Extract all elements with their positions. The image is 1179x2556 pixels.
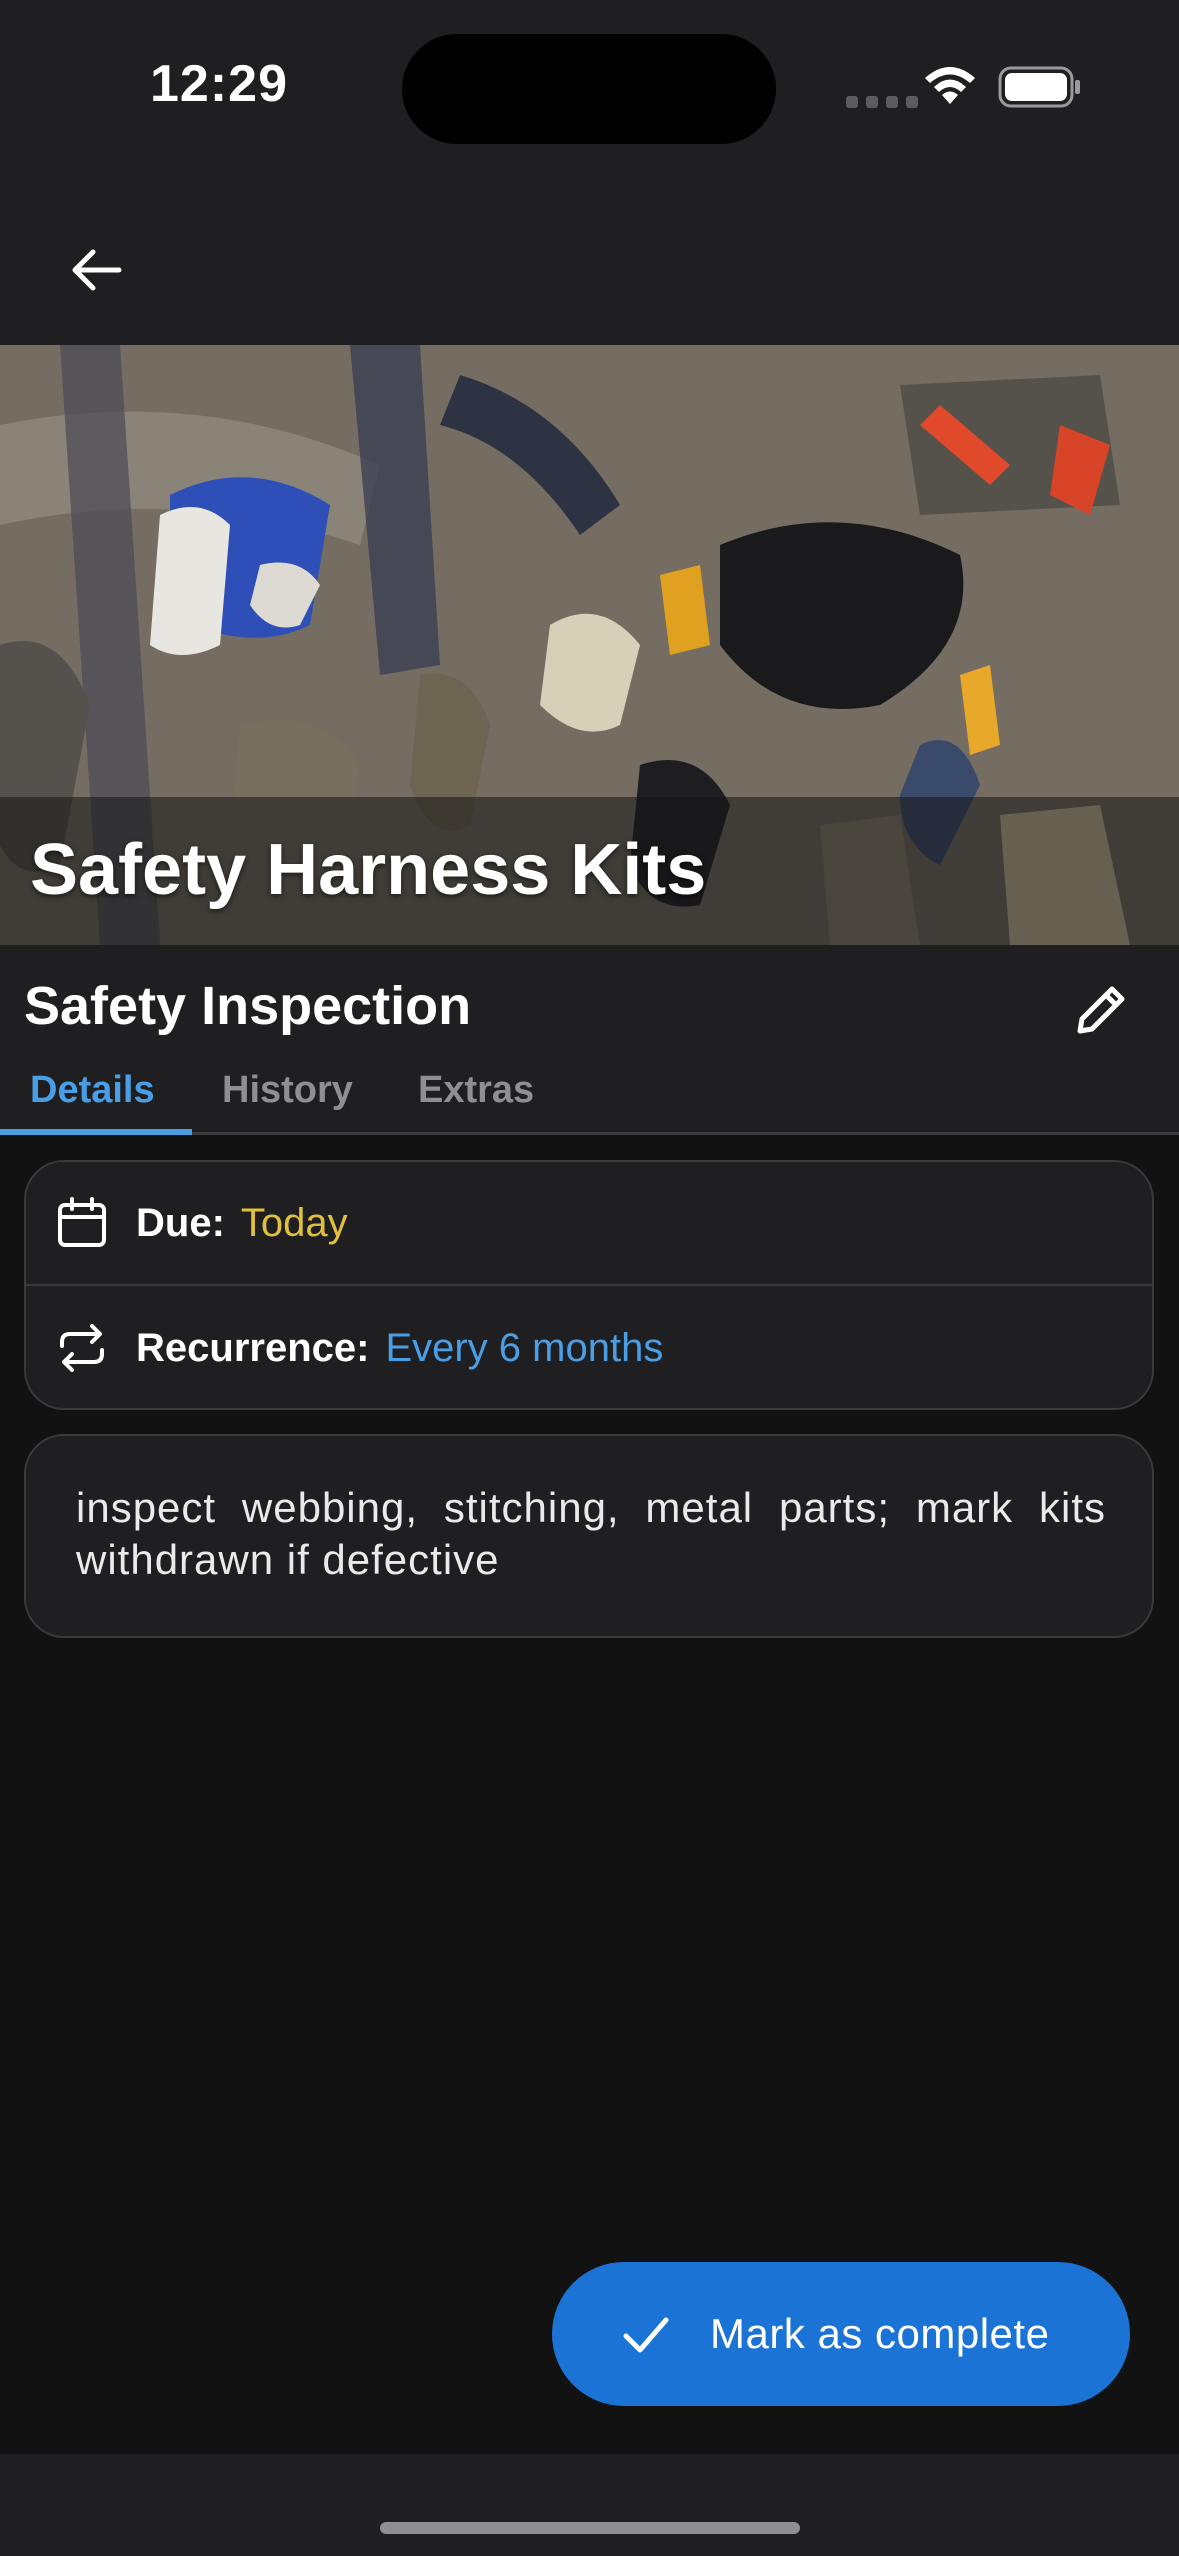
due-label: Due:	[136, 1200, 225, 1245]
due-value: Today	[240, 1200, 348, 1245]
due-row: Due: Today	[26, 1162, 1152, 1286]
app-bar	[0, 175, 1179, 345]
notes-text: inspect webbing, stitching, metal parts;…	[76, 1484, 1106, 1583]
tab-extras[interactable]: Extras	[418, 1065, 534, 1135]
active-tab-indicator	[0, 1129, 192, 1135]
checkmark-icon	[623, 2317, 669, 2353]
calendar-icon	[58, 1197, 106, 1247]
wifi-icon	[925, 67, 975, 104]
mark-complete-button[interactable]: Mark as complete	[552, 2262, 1130, 2406]
cellular-signal-icon	[846, 96, 918, 108]
notes-card: inspect webbing, stitching, metal parts;…	[24, 1434, 1154, 1638]
task-header: Safety Inspection Details History Extras	[0, 945, 1179, 1135]
schedule-card: Due: Today Recurrence: Every 6 months	[24, 1160, 1154, 1410]
recurrence-value: Every 6 months	[385, 1325, 664, 1370]
recurrence-label: Recurrence:	[136, 1325, 370, 1370]
tab-details[interactable]: Details	[30, 1065, 155, 1135]
hero-image: Safety Harness Kits	[0, 345, 1179, 945]
status-time: 12:29	[150, 55, 288, 113]
recurrence-row: Recurrence: Every 6 months	[26, 1286, 1152, 1410]
tab-bar: Details History Extras	[0, 1065, 1179, 1135]
edit-button[interactable]	[1060, 967, 1144, 1051]
back-button[interactable]	[52, 225, 142, 315]
dynamic-island	[402, 34, 776, 144]
page-title: Safety Inspection	[24, 976, 472, 1036]
arrow-left-icon	[72, 249, 122, 291]
hero-title: Safety Harness Kits	[30, 830, 707, 910]
status-bar: 12:29	[0, 0, 1179, 175]
bottom-bar	[0, 2454, 1179, 2556]
pencil-icon	[1077, 986, 1125, 1034]
home-indicator[interactable]	[380, 2522, 800, 2534]
battery-icon	[998, 66, 1080, 108]
repeat-icon	[60, 1324, 104, 1372]
tab-history[interactable]: History	[222, 1065, 353, 1135]
mark-complete-label: Mark as complete	[710, 2310, 1050, 2357]
